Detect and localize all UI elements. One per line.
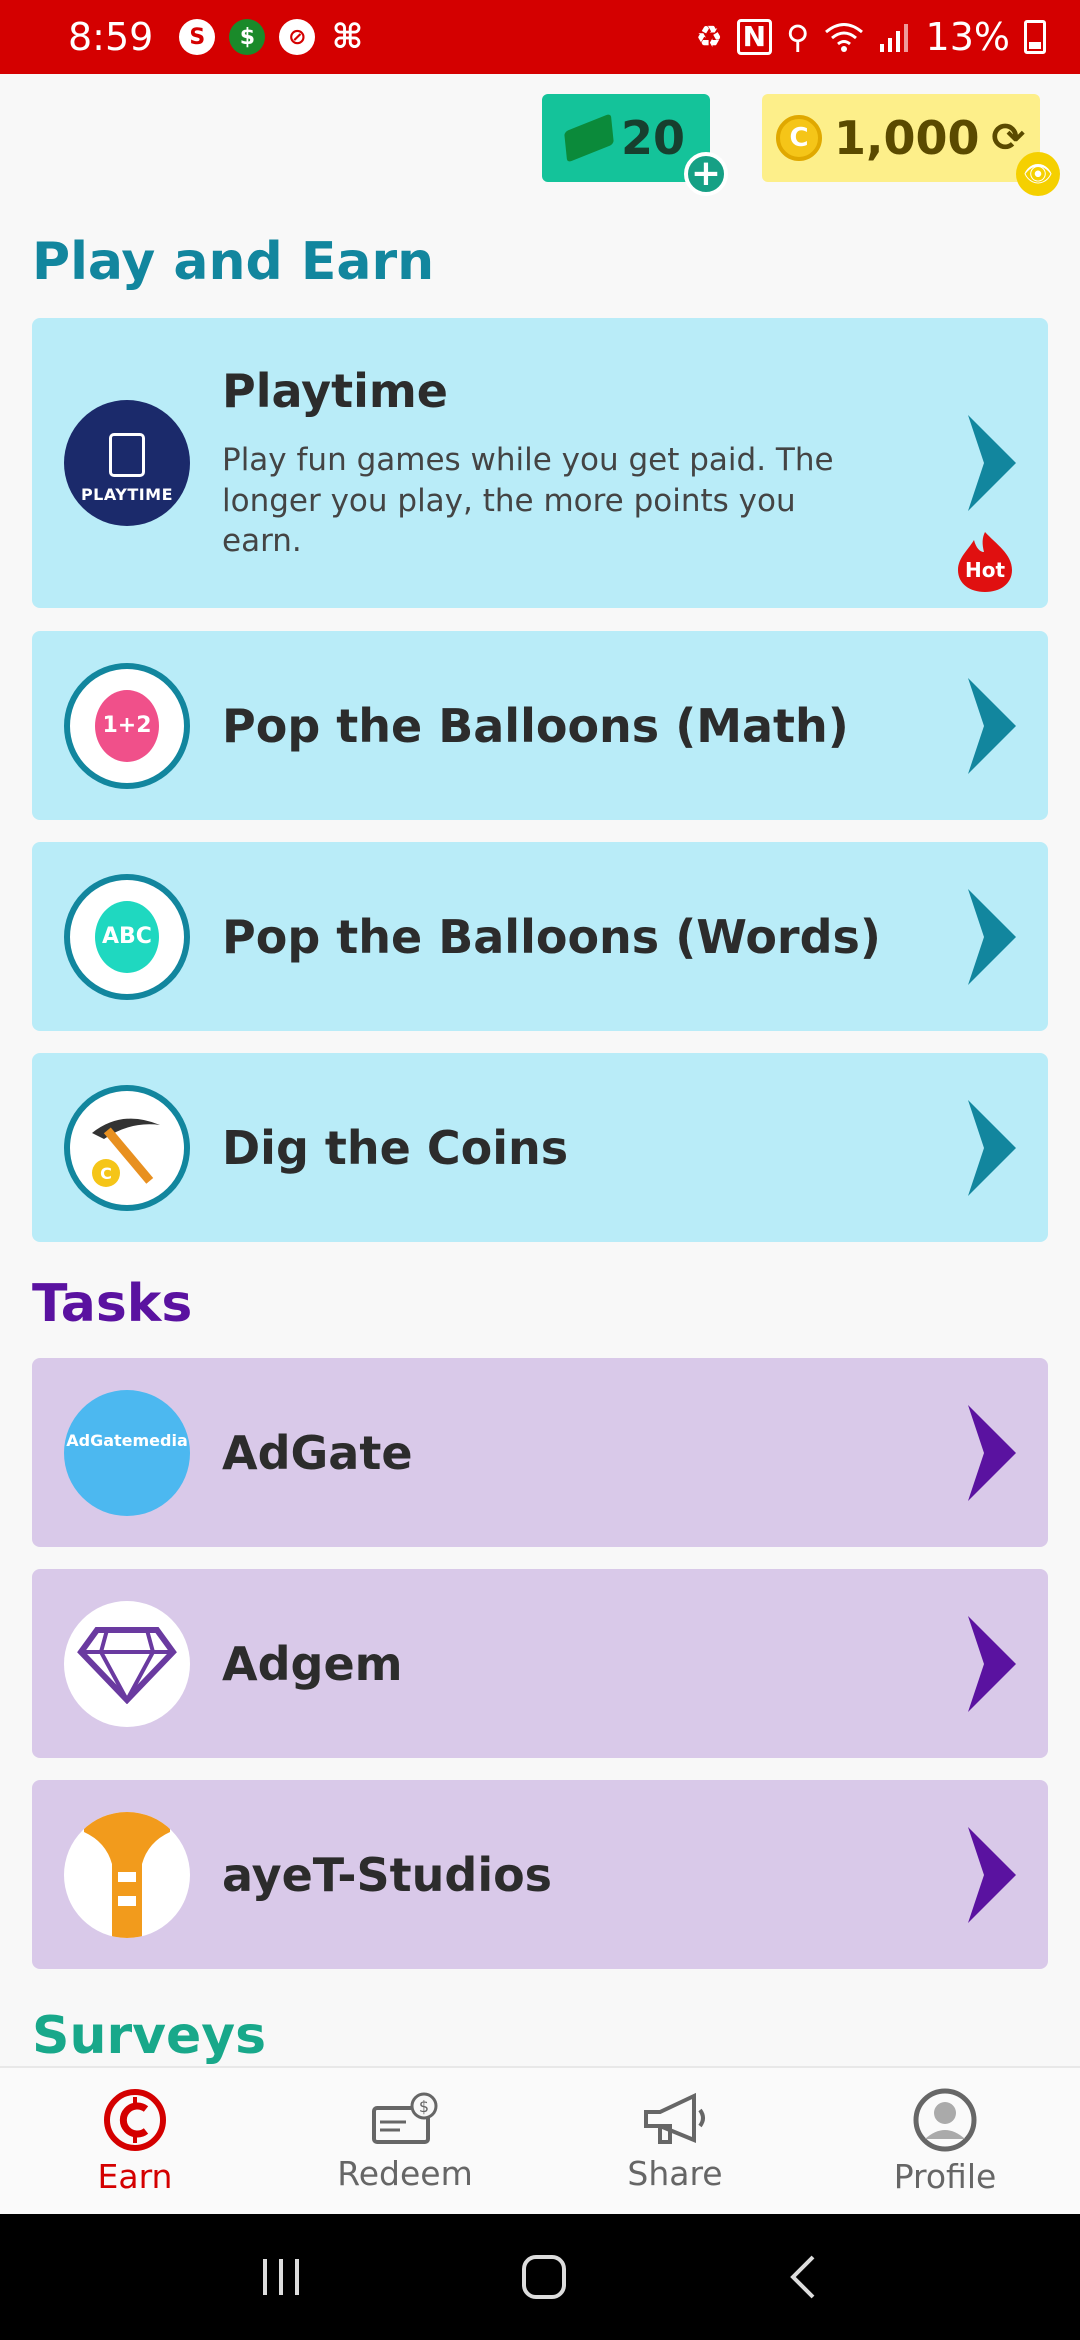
- pickaxe-icon: C: [92, 1118, 160, 1187]
- list-item-title: Dig the Coins: [222, 1120, 569, 1175]
- play-section-title: Play and Earn: [32, 232, 435, 292]
- balloon-icon: 1+2: [95, 689, 159, 762]
- chevron-right-icon: [968, 1826, 1016, 1923]
- system-nav-bar: [0, 2214, 1080, 2340]
- bottom-nav: Earn $ Redeem Share Profile: [0, 2066, 1080, 2214]
- ayet-icon: [84, 1811, 170, 1938]
- notification-icons: S $ ⊘ ⌘: [179, 17, 365, 57]
- balance-bar: 20 + C 1,000 ⟳ 👁: [542, 94, 1060, 196]
- list-item-title: AdGate: [222, 1425, 413, 1480]
- nav-redeem[interactable]: $ Redeem: [270, 2068, 540, 2214]
- tickets-count: 20: [620, 111, 685, 165]
- list-item-title: Adgem: [222, 1636, 403, 1691]
- tasks-section-title: Tasks: [32, 1274, 193, 1334]
- eye-icon[interactable]: 👁: [1016, 152, 1060, 196]
- redeem-icon: $: [372, 2092, 438, 2144]
- nav-label: Redeem: [337, 2153, 473, 2193]
- ticket-icon: [564, 113, 614, 163]
- nav-label: Profile: [893, 2156, 997, 2196]
- nfc-icon: N: [736, 18, 773, 56]
- list-item-pop-balloons-math[interactable]: 1+2 Pop the Balloons (Math): [32, 631, 1048, 820]
- playtime-logo: PLAYTIME: [64, 400, 190, 526]
- chevron-right-icon: [968, 1099, 1016, 1196]
- status-bar: 8:59 S $ ⊘ ⌘ ♻ N ⚲ 13%: [0, 0, 1080, 74]
- list-item-title: Pop the Balloons (Words): [222, 909, 881, 964]
- battery-percent: 13%: [925, 15, 1010, 59]
- svg-text:C: C: [100, 1164, 112, 1183]
- pickaxe-logo: C: [64, 1084, 190, 1211]
- nav-earn[interactable]: Earn: [0, 2068, 270, 2214]
- recycle-icon: ♻: [695, 19, 723, 55]
- chevron-right-icon: [968, 1615, 1016, 1712]
- list-item-title: Playtime: [222, 363, 448, 418]
- nav-label: Share: [627, 2153, 723, 2193]
- adgem-logo: [64, 1600, 190, 1727]
- location-icon: ⚲: [786, 18, 810, 56]
- list-item-pop-balloons-words[interactable]: ABC Pop the Balloons (Words): [32, 842, 1048, 1031]
- recent-apps-icon[interactable]: [259, 2257, 303, 2297]
- playtime-logo-text: PLAYTIME: [80, 484, 174, 504]
- refresh-icon[interactable]: ⟳: [992, 115, 1026, 161]
- list-item-adgate[interactable]: AdGatemedia AdGate: [32, 1358, 1048, 1547]
- chevron-right-icon: [968, 415, 1016, 511]
- svg-text:$: $: [419, 2097, 429, 2116]
- balloon-icon: ABC: [95, 900, 159, 973]
- add-tickets-icon[interactable]: +: [684, 152, 728, 196]
- balloon-words-logo: ABC: [64, 873, 190, 1000]
- list-item-title: Pop the Balloons (Math): [222, 698, 849, 753]
- nav-label: Earn: [97, 2156, 173, 2196]
- balloon-math-logo: 1+2: [64, 662, 190, 789]
- chevron-right-icon: [968, 677, 1016, 774]
- nav-profile[interactable]: Profile: [810, 2068, 1080, 2214]
- home-icon[interactable]: [520, 2253, 568, 2301]
- megaphone-icon: [644, 2092, 705, 2144]
- chevron-right-icon: [968, 1404, 1016, 1501]
- system-icons: ♻ N ⚲ 13%: [696, 15, 1046, 59]
- list-item-description: Play fun games while you get paid. The l…: [222, 441, 834, 560]
- list-item-playtime[interactable]: PLAYTIME Playtime Play fun games while y…: [32, 318, 1048, 608]
- nav-share[interactable]: Share: [540, 2068, 810, 2214]
- diamond-icon: [77, 1626, 177, 1704]
- command-icon: ⌘: [331, 17, 364, 57]
- list-item-title: ayeT-Studios: [222, 1847, 553, 1902]
- tablet-icon: [109, 432, 145, 477]
- back-icon[interactable]: [785, 2253, 821, 2301]
- hot-badge: Hot: [956, 530, 1014, 592]
- list-item-ayet-studios[interactable]: ayeT-Studios: [32, 1780, 1048, 1969]
- coin-icon: C: [776, 115, 822, 161]
- adgate-logo: AdGatemedia: [64, 1389, 190, 1516]
- wifi-icon: [824, 23, 863, 52]
- tickets-badge[interactable]: 20 +: [542, 94, 728, 196]
- battery-icon: [1024, 20, 1046, 54]
- ayet-logo: [64, 1811, 190, 1938]
- coins-count: 1,000: [834, 111, 980, 165]
- list-item-adgem[interactable]: Adgem: [32, 1569, 1048, 1758]
- signal-icon: [879, 24, 908, 52]
- earn-icon: [104, 2088, 166, 2151]
- list-item-dig-coins[interactable]: C Dig the Coins: [32, 1053, 1048, 1242]
- hot-label: Hot: [964, 558, 1006, 582]
- dollar-icon: $: [229, 19, 266, 55]
- adgate-logo-text: AdGatemedia: [66, 1431, 188, 1450]
- coins-badge[interactable]: C 1,000 ⟳ 👁: [762, 94, 1060, 196]
- surveys-section-title: Surveys: [32, 2006, 267, 2066]
- blocked-icon: ⊘: [279, 19, 316, 55]
- profile-icon: [913, 2088, 977, 2151]
- s-app-icon: S: [179, 19, 216, 55]
- chevron-right-icon: [968, 888, 1016, 985]
- status-time: 8:59: [68, 15, 154, 59]
